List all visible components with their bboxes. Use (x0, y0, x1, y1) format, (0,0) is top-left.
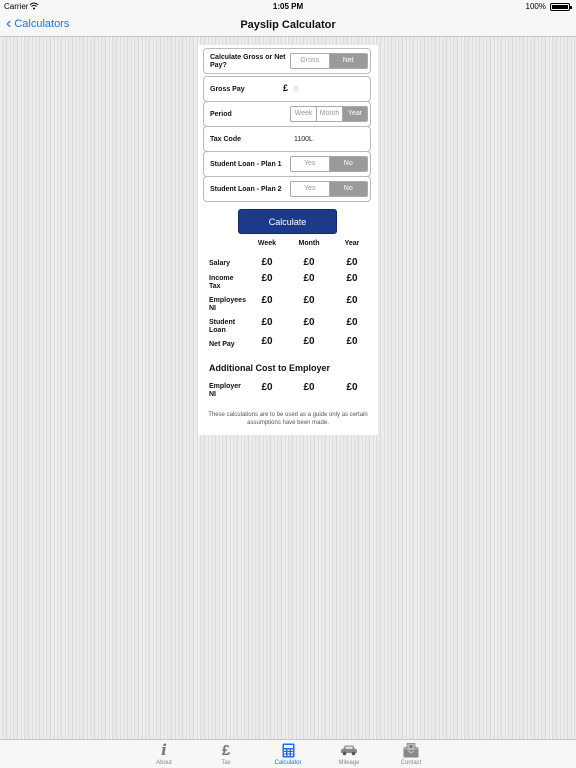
gross-pay-label: Gross Pay (210, 86, 245, 93)
student-loan-plan2-row: Student Loan - Plan 2 Yes No (203, 176, 371, 202)
income-tax-week-value: £0 (261, 273, 273, 284)
income-tax-year-value: £0 (346, 273, 358, 284)
gross-net-label: Calculate Gross or Net Pay? (210, 54, 286, 69)
employer-ni-year-value: £0 (346, 382, 358, 393)
employer-ni-label: Employer NI (209, 383, 241, 398)
segment-yes[interactable]: Yes (291, 157, 329, 171)
student-loan-week-value: £0 (261, 317, 273, 328)
segment-year[interactable]: Year (342, 107, 367, 121)
student-loan-plan1-segmented-control[interactable]: Yes No (290, 156, 368, 172)
envelope-icon (386, 742, 436, 758)
net-pay-week-value: £0 (261, 336, 273, 347)
tab-about-label: About (156, 760, 172, 766)
column-header-month: Month (298, 240, 320, 247)
pound-icon: £ (221, 741, 231, 759)
calculate-button[interactable]: Calculate (238, 209, 337, 234)
salary-label: Salary (209, 260, 231, 267)
tax-code-label: Tax Code (210, 136, 241, 143)
column-header-week: Week (257, 240, 277, 247)
tab-about[interactable]: i About (139, 741, 189, 766)
segment-no[interactable]: No (328, 182, 367, 196)
student-loan-plan1-label: Student Loan - Plan 1 (210, 161, 282, 168)
period-row: Period Week Month Year (203, 101, 371, 127)
student-loan-month-value: £0 (303, 317, 315, 328)
segment-month[interactable]: Month (316, 107, 342, 121)
tab-mileage-label: Mileage (338, 760, 360, 766)
page-title: Payslip Calculator (240, 19, 336, 31)
segment-gross[interactable]: Gross (291, 54, 329, 68)
segment-yes[interactable]: Yes (291, 182, 329, 196)
net-pay-year-value: £0 (346, 336, 358, 347)
gross-net-row: Calculate Gross or Net Pay? Gross Net (203, 48, 371, 74)
employer-ni-week-value: £0 (261, 382, 273, 393)
student-loan-plan2-segmented-control[interactable]: Yes No (290, 181, 368, 197)
tab-bar: i About £ Tax Calculator Mileage Contact (0, 739, 576, 768)
battery-percentage: 100% (525, 2, 546, 11)
tax-code-row: Tax Code 1100L (203, 126, 371, 152)
period-label: Period (210, 111, 232, 118)
tab-tax[interactable]: £ Tax (201, 741, 251, 767)
employees-ni-week-value: £0 (261, 295, 273, 306)
employer-ni-month-value: £0 (303, 382, 315, 393)
disclaimer-text: These calculations are to be used as a g… (208, 412, 368, 426)
salary-week-value: £0 (261, 257, 273, 268)
segment-week[interactable]: Week (291, 107, 316, 121)
income-tax-month-value: £0 (303, 273, 315, 284)
gross-net-segmented-control[interactable]: Gross Net (290, 53, 368, 69)
clock: 1:05 PM (272, 2, 304, 11)
tab-calculator-label: Calculator (274, 760, 302, 766)
employees-ni-label: Employees NI (209, 297, 246, 312)
gross-pay-row: Gross Pay £ 0 (203, 76, 371, 102)
student-loan-year-value: £0 (346, 317, 358, 328)
student-loan-plan1-row: Student Loan - Plan 1 Yes No (203, 151, 371, 177)
additional-cost-heading: Additional Cost to Employer (209, 363, 331, 373)
payslip-panel: Calculate Gross or Net Pay? Gross Net Gr… (198, 45, 378, 435)
tab-mileage[interactable]: Mileage (324, 742, 374, 766)
tax-code-input[interactable]: 1100L (290, 132, 368, 147)
tab-contact-label: Contact (400, 760, 422, 766)
tab-calculator[interactable]: Calculator (263, 742, 313, 766)
currency-symbol: £ (283, 83, 289, 93)
status-bar: Carrier 1:05 PM 100% (0, 0, 576, 14)
salary-year-value: £0 (346, 257, 358, 268)
income-tax-label: Income Tax (209, 275, 234, 290)
calculator-icon (263, 742, 313, 758)
period-segmented-control[interactable]: Week Month Year (290, 106, 368, 122)
student-loan-plan2-label: Student Loan - Plan 2 (210, 186, 282, 193)
net-pay-label: Net Pay (209, 341, 235, 348)
info-icon: i (161, 741, 167, 759)
gross-pay-input[interactable]: 0 (290, 82, 368, 97)
salary-month-value: £0 (303, 257, 315, 268)
tab-tax-label: Tax (221, 760, 231, 766)
student-loan-label: Student Loan (209, 319, 236, 334)
tab-contact[interactable]: Contact (386, 742, 436, 766)
employees-ni-month-value: £0 (303, 295, 315, 306)
column-header-year: Year (344, 240, 360, 247)
employees-ni-year-value: £0 (346, 295, 358, 306)
battery-icon (550, 3, 572, 11)
net-pay-month-value: £0 (303, 336, 315, 347)
segment-no[interactable]: No (328, 157, 367, 171)
navigation-bar: ‹ Calculators Payslip Calculator (0, 14, 576, 37)
car-icon (324, 742, 374, 758)
segment-net[interactable]: Net (328, 54, 367, 68)
